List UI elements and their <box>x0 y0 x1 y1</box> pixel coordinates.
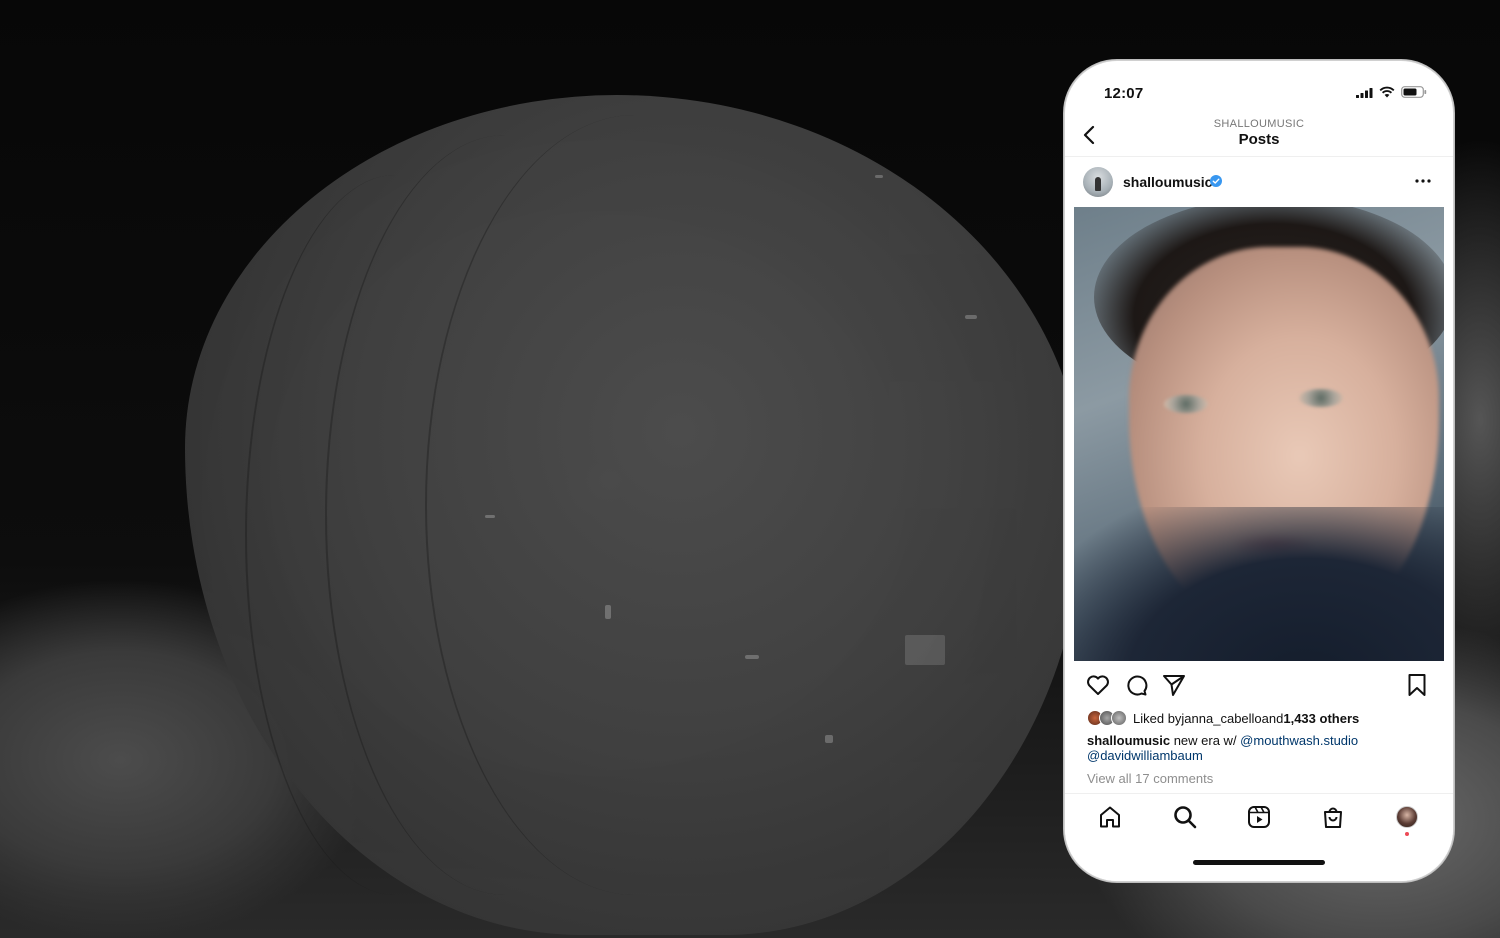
verified-badge-icon <box>1210 175 1222 187</box>
heart-icon[interactable] <box>1085 672 1111 698</box>
avatar[interactable] <box>1083 167 1113 197</box>
likes-summary: Liked by janna_cabello and 1,433 others <box>1087 709 1359 727</box>
view-comments-link[interactable]: View all 17 comments <box>1087 771 1213 786</box>
comment-icon[interactable] <box>1123 672 1149 698</box>
liker-avatars <box>1087 709 1133 727</box>
post-header: shalloumusic <box>1065 161 1453 207</box>
phone-screen: 12:07 SHALLOUMUSIC Posts shalloumusic Li… <box>1065 61 1453 881</box>
profile-avatar[interactable] <box>1396 806 1418 828</box>
bottom-tab-bar <box>1065 793 1453 881</box>
status-icons <box>1356 86 1427 98</box>
caption-text: new era w/ <box>1170 733 1241 748</box>
likes-joiner: and <box>1261 710 1284 726</box>
battery-icon <box>1401 86 1427 98</box>
notification-dot <box>1405 832 1409 836</box>
background-rock <box>185 95 1085 935</box>
shop-icon[interactable] <box>1320 804 1346 830</box>
caption-mention[interactable]: @mouthwash.studio <box>1240 733 1358 748</box>
bookmark-icon[interactable] <box>1404 672 1430 698</box>
signal-icon <box>1356 87 1373 98</box>
home-indicator[interactable] <box>1193 860 1325 865</box>
home-icon[interactable] <box>1097 804 1123 830</box>
more-horizontal-icon[interactable] <box>1413 174 1433 188</box>
top-navigation: SHALLOUMUSIC Posts <box>1065 113 1453 157</box>
liker-username[interactable]: janna_cabello <box>1181 711 1261 726</box>
caption-mention[interactable]: @davidwilliambaum <box>1087 748 1203 763</box>
status-bar: 12:07 <box>1065 61 1453 113</box>
status-time: 12:07 <box>1104 85 1144 102</box>
page-title: Posts <box>1238 131 1280 148</box>
account-label: SHALLOUMUSIC <box>1213 118 1305 130</box>
post-photo[interactable] <box>1074 207 1444 661</box>
reels-icon[interactable] <box>1246 804 1272 830</box>
post-username[interactable]: shalloumusic <box>1123 174 1212 190</box>
likes-prefix: Liked by <box>1133 710 1182 726</box>
wifi-icon <box>1379 86 1395 98</box>
likes-others[interactable]: 1,433 others <box>1283 711 1359 726</box>
post-caption: shalloumusic new era w/ @mouthwash.studi… <box>1087 733 1432 763</box>
post-actions <box>1065 667 1453 703</box>
send-icon[interactable] <box>1161 672 1187 698</box>
search-icon[interactable] <box>1172 804 1198 830</box>
caption-username[interactable]: shalloumusic <box>1087 733 1170 748</box>
